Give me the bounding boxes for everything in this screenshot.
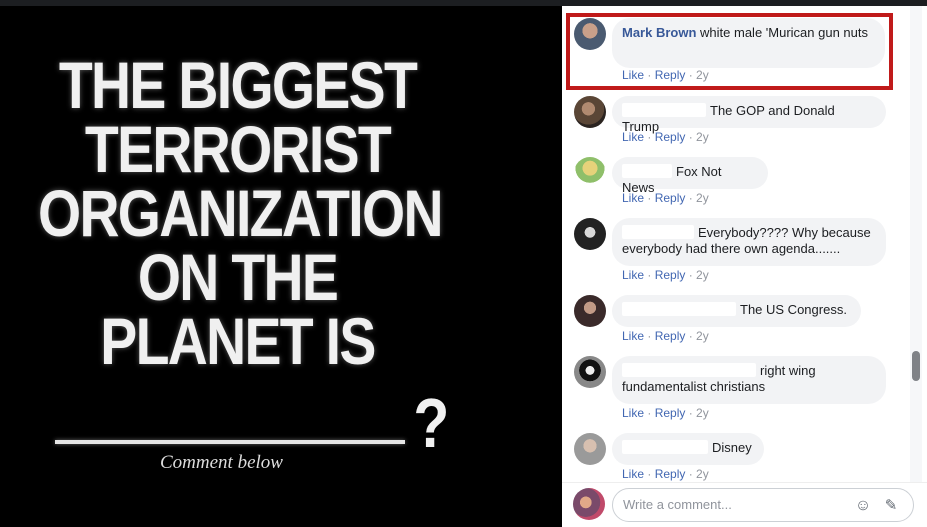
comment-bubble: The US Congress. [612,295,861,327]
avatar[interactable] [574,157,606,189]
reply-link[interactable]: Reply [655,467,686,481]
current-user-avatar[interactable] [573,488,605,520]
scrollbar-track[interactable] [910,6,922,482]
comments-panel: Mark Brown white male 'Murican gun nuts … [562,6,927,527]
meme-image: THE BIGGEST TERRORIST ORGANIZATION ON TH… [0,6,562,526]
reply-link[interactable]: Reply [655,268,686,282]
reply-link[interactable]: Reply [655,191,686,205]
like-link[interactable]: Like [622,467,644,481]
redacted-name [622,363,756,377]
avatar[interactable] [574,218,606,250]
comment-actions: Like · Reply · 2y [622,329,709,343]
meme-line-1: THE BIGGEST [58,48,418,122]
comment-time[interactable]: 2y [696,268,709,282]
like-link[interactable]: Like [622,406,644,420]
redacted-name [622,164,672,178]
meme-line-3: ORGANIZATION [38,176,443,250]
like-link[interactable]: Like [622,191,644,205]
smiley-icon[interactable]: ☺ [853,496,873,516]
comment-time[interactable]: 2y [696,329,709,343]
avatar[interactable] [574,356,606,388]
comment-composer: Write a comment... ☺ ✎ [562,482,927,527]
like-link[interactable]: Like [622,329,644,343]
comment-text: Disney [712,440,752,455]
comment-bubble: right wing fundamentalist christians [612,356,886,404]
meme-line-4: ON THE [137,240,339,314]
reply-link[interactable]: Reply [655,406,686,420]
meme-caption: Comment below [160,452,283,473]
comment-time[interactable]: 2y [696,191,709,205]
redacted-name [622,440,708,454]
meme-question-mark: ? [413,384,450,462]
comment-input-placeholder: Write a comment... [623,497,732,512]
comment-bubble: Disney [612,433,764,465]
redacted-name [622,103,706,117]
like-link[interactable]: Like [622,268,644,282]
comment-actions: Like · Reply · 2y [622,406,709,420]
comment-actions: Like · Reply · 2y [622,268,709,282]
redacted-name [622,225,694,239]
comment-actions: Like · Reply · 2y [622,130,709,144]
avatar[interactable] [574,96,606,128]
scrollbar-thumb[interactable] [912,351,920,381]
meme-blank-line [55,440,405,444]
comment-actions: Like · Reply · 2y [622,467,709,481]
reply-link[interactable]: Reply [655,329,686,343]
comment-time[interactable]: 2y [696,130,709,144]
highlight-box [566,13,893,90]
avatar[interactable] [574,433,606,465]
comment-actions: Like · Reply · 2y [622,191,709,205]
comment-bubble: Everybody???? Why because everybody had … [612,218,886,266]
sticker-icon[interactable]: ✎ [881,496,901,516]
comment-list[interactable]: Mark Brown white male 'Murican gun nuts … [562,6,907,482]
meme-line-5: PLANET IS [100,304,376,378]
reply-link[interactable]: Reply [655,130,686,144]
comment-time[interactable]: 2y [696,467,709,481]
comment-bubble: The GOP and Donald Trump [612,96,886,134]
avatar[interactable] [574,295,606,327]
comment-text: The US Congress. [740,302,847,317]
like-link[interactable]: Like [622,130,644,144]
comment-bubble: Fox Not News [612,157,768,195]
comment-time[interactable]: 2y [696,406,709,420]
meme-line-2: TERRORIST [84,112,392,186]
comment-input[interactable]: Write a comment... ☺ ✎ [612,488,914,522]
redacted-name [622,302,736,316]
